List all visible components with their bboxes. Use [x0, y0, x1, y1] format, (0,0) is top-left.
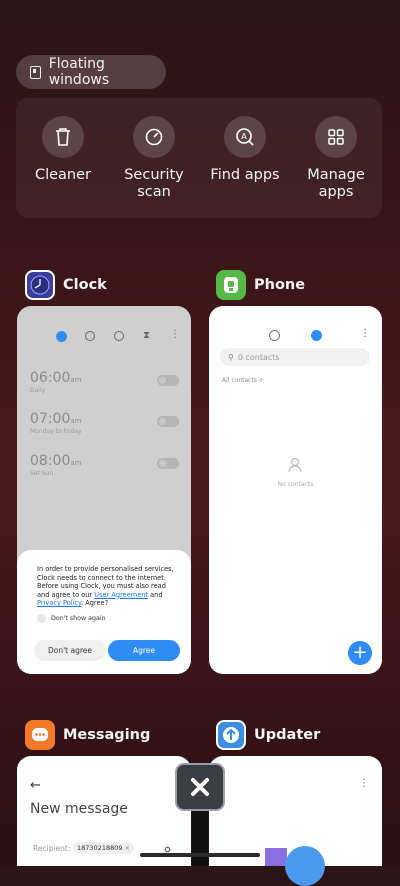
search-icon: ⚲: [228, 352, 234, 362]
updater-title-label: Updater: [254, 727, 321, 743]
contacts-search-input[interactable]: ⚲ 0 contacts: [220, 348, 370, 366]
person-icon: [288, 457, 302, 477]
manage-apps-label: Manage apps: [307, 167, 365, 200]
update-illustration-square: [265, 848, 287, 866]
alarm-ampm: am: [70, 417, 82, 425]
alarm-toggle[interactable]: [157, 458, 179, 469]
clock-title-label: Clock: [63, 277, 107, 293]
alarm-toggle[interactable]: [157, 375, 179, 386]
remove-chip-icon[interactable]: ×: [125, 844, 130, 852]
privacy-policy-link[interactable]: Privacy Policy: [37, 599, 81, 607]
floating-window-icon: [30, 65, 41, 79]
alarm-tab-icon[interactable]: [56, 331, 67, 342]
updater-app-icon: [216, 720, 246, 750]
floating-windows-button[interactable]: Floating windows: [16, 55, 166, 89]
alarm-time: 07:00: [30, 411, 71, 427]
security-scan-label: Security scan: [124, 167, 184, 200]
card-divider: [192, 811, 208, 866]
user-agreement-link[interactable]: User Agreement: [94, 591, 148, 599]
alarm-item[interactable]: 08:00am Set Sun: [30, 453, 81, 477]
clock-app-preview[interactable]: ⧗ ⋮ 06:00am Daily 07:00am Monday to Frid…: [17, 306, 191, 674]
dont-agree-button[interactable]: Don't agree: [34, 640, 106, 661]
quick-tools-panel: Cleaner Security scan A Find apps Manage…: [16, 98, 382, 218]
alarm-repeat: Daily: [30, 387, 46, 394]
messaging-title-label: Messaging: [63, 727, 151, 743]
alarm-item[interactable]: 07:00am Monday to Friday: [30, 411, 82, 435]
dont-show-again-checkbox[interactable]: Don't show again: [37, 614, 106, 623]
dialog-text: In order to provide personalised service…: [37, 565, 177, 608]
cleaner-button[interactable]: Cleaner: [18, 116, 108, 184]
dialer-tab-icon[interactable]: [269, 330, 280, 341]
messaging-app-title[interactable]: Messaging: [25, 720, 150, 750]
security-scan-icon: [133, 116, 175, 158]
close-icon: [191, 778, 209, 796]
phone-app-preview[interactable]: ⋮ ⚲ 0 contacts All contacts ≎ No contact…: [209, 306, 382, 674]
dialog-agree-question: . Agree?: [81, 599, 109, 607]
alarm-toggle[interactable]: [157, 416, 179, 427]
search-placeholder: 0 contacts: [237, 352, 280, 362]
updater-app-title[interactable]: Updater: [216, 720, 320, 750]
contact-picker-icon[interactable]: [162, 842, 173, 861]
alarm-ampm: am: [70, 376, 82, 384]
clear-all-button[interactable]: [175, 763, 225, 811]
checkbox-label: Don't show again: [51, 615, 106, 622]
manage-apps-icon: [315, 116, 357, 158]
agree-button[interactable]: Agree: [108, 640, 180, 661]
messaging-app-preview[interactable]: ← New message Recipient: 18730218809 ×: [17, 756, 191, 866]
add-contact-button[interactable]: +: [348, 641, 372, 665]
dialog-and: and: [150, 590, 163, 599]
stopwatch-tab-icon[interactable]: [114, 331, 124, 341]
messaging-app-icon: [25, 720, 55, 750]
privacy-dialog: In order to provide personalised service…: [17, 550, 191, 674]
cleaner-label: Cleaner: [34, 167, 92, 183]
trash-icon: [42, 116, 84, 158]
filter-label: All contacts: [222, 377, 257, 384]
alarm-repeat: Set Sun: [30, 470, 54, 477]
no-contacts-text: No contacts: [277, 481, 314, 488]
phone-app-title[interactable]: Phone: [216, 270, 305, 300]
more-options-icon[interactable]: ⋮: [359, 778, 369, 789]
contacts-filter-dropdown[interactable]: All contacts ≎: [222, 377, 264, 384]
alarm-time: 08:00: [30, 453, 71, 469]
phone-app-icon: [216, 270, 246, 300]
find-apps-icon: A: [224, 116, 266, 158]
more-options-icon[interactable]: ⋮: [360, 328, 370, 339]
phone-title-label: Phone: [254, 277, 306, 293]
find-apps-button[interactable]: A Find apps: [200, 116, 290, 184]
update-illustration-circle: [285, 846, 325, 886]
checkbox-icon: [37, 614, 46, 623]
alarm-repeat: Monday to Friday: [30, 428, 82, 435]
manage-apps-button[interactable]: Manage apps: [291, 116, 381, 201]
home-indicator[interactable]: [140, 853, 260, 857]
clock-app-title[interactable]: Clock: [25, 270, 107, 300]
svg-text:A: A: [241, 132, 247, 141]
updater-app-preview[interactable]: ⋮: [209, 756, 382, 886]
alarm-ampm: am: [70, 459, 82, 467]
recipient-chip[interactable]: 18730218809 ×: [73, 842, 134, 854]
floating-windows-label: Floating windows: [48, 56, 110, 88]
timer-tab-icon[interactable]: ⧗: [143, 330, 150, 341]
alarm-item[interactable]: 06:00am Daily: [30, 370, 81, 394]
alarm-time: 06:00: [30, 370, 71, 386]
back-arrow-icon[interactable]: ←: [30, 778, 41, 793]
clock-app-icon: [25, 270, 55, 300]
world-clock-tab-icon[interactable]: [85, 331, 95, 341]
recipient-label: Recipient:: [33, 844, 71, 853]
find-apps-label: Find apps: [210, 167, 280, 183]
security-scan-button[interactable]: Security scan: [109, 116, 199, 201]
more-options-icon[interactable]: ⋮: [170, 329, 180, 340]
recipient-value: 18730218809: [77, 844, 123, 852]
new-message-title: New message: [30, 801, 128, 817]
contacts-tab-icon[interactable]: [311, 330, 322, 341]
